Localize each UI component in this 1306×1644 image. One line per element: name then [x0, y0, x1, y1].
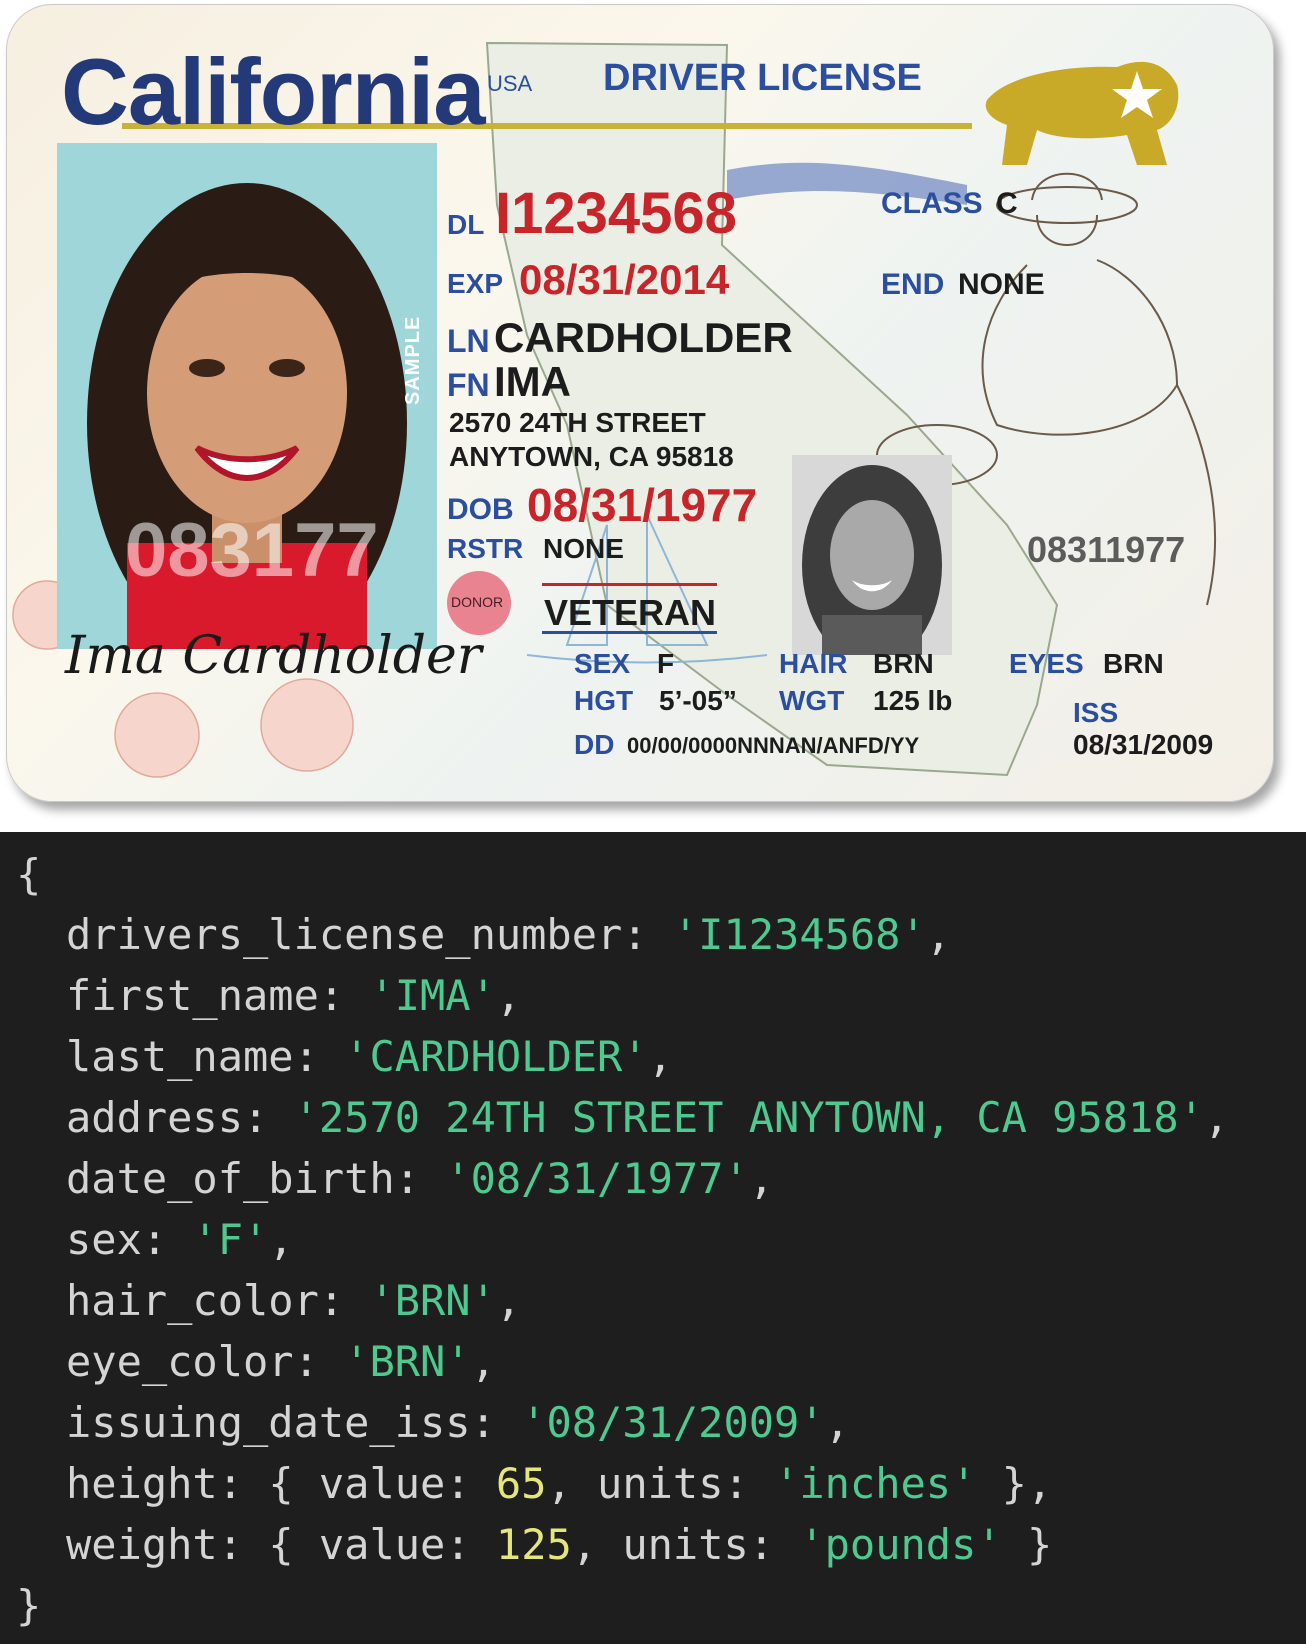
json-code-panel: { drivers_license_number: 'I1234568', fi…	[0, 832, 1306, 1644]
country-label: USA	[487, 71, 533, 96]
end-label: END	[881, 268, 945, 301]
ghost-portrait-photo	[792, 455, 952, 655]
class-label: CLASS	[881, 187, 983, 220]
code-line: sex: 'F',	[66, 1215, 294, 1264]
veteran-red-line	[542, 583, 717, 586]
state-name: California	[61, 39, 486, 144]
donor-label: DONOR	[451, 594, 504, 610]
hair-value: BRN	[873, 648, 934, 679]
dd-label: DD	[574, 729, 615, 760]
dob: 08/31/1977	[527, 479, 758, 531]
code-line: last_name: 'CARDHOLDER',	[66, 1032, 673, 1081]
last-name: CARDHOLDER	[494, 314, 793, 361]
document-title: DRIVER LICENSE	[603, 57, 922, 99]
ghost-dob: 08311977	[1027, 529, 1186, 570]
hgt-value: 5’-05”	[659, 685, 737, 716]
signature: Ima Cardholder	[65, 626, 482, 686]
code-line: first_name: 'IMA',	[66, 971, 522, 1020]
hair-label: HAIR	[779, 648, 848, 679]
code-line: date_of_birth: '08/31/1977',	[66, 1154, 775, 1203]
rstr-value: NONE	[543, 533, 624, 564]
address-line-2: ANYTOWN, CA 95818	[449, 441, 734, 472]
wgt-value: 125 lb	[873, 685, 953, 716]
wgt-label: WGT	[779, 685, 845, 716]
code-line: issuing_date_iss: '08/31/2009',	[66, 1398, 850, 1447]
code-open-brace: {	[16, 850, 42, 899]
exp-label: EXP	[447, 268, 504, 299]
dd-value: 00/00/0000NNNAN/ANFD/YY	[627, 733, 920, 758]
eyes-label: EYES	[1009, 648, 1084, 679]
code-close-brace: }	[16, 1581, 42, 1630]
code-line: eye_color: 'BRN',	[66, 1337, 496, 1386]
code-line-weight: weight: { value: 125, units: 'pounds' }	[66, 1520, 1053, 1569]
code-line: drivers_license_number: 'I1234568',	[66, 910, 952, 959]
exp-date: 08/31/2014	[519, 256, 730, 303]
code-line: hair_color: 'BRN',	[66, 1276, 522, 1325]
code-line: address: '2570 24TH STREET ANYTOWN, CA 9…	[66, 1093, 1230, 1142]
dl-label: DL	[447, 209, 485, 240]
class-value: C	[996, 187, 1018, 220]
iss-label: ISS	[1073, 697, 1119, 728]
veteran-blue-line	[542, 631, 717, 634]
address-line-1: 2570 24TH STREET	[449, 407, 706, 438]
fn-label: FN	[447, 367, 490, 403]
rstr-label: RSTR	[447, 533, 524, 564]
end-value: NONE	[958, 268, 1045, 301]
license-card: California USA DRIVER LICENSE 083177 SAM…	[6, 4, 1274, 802]
ln-label: LN	[447, 323, 490, 359]
dl-number: I1234568	[495, 181, 737, 246]
eyes-value: BRN	[1103, 648, 1164, 679]
hgt-label: HGT	[574, 685, 634, 716]
sex-label: SEX	[574, 648, 631, 679]
photo-number-overlay: 083177	[125, 508, 379, 593]
sex-value: F	[657, 648, 675, 679]
code-line-height: height: { value: 65, units: 'inches' },	[66, 1459, 1053, 1508]
veteran-label: VETERAN	[544, 592, 717, 633]
sample-watermark: SAMPLE	[402, 315, 424, 405]
dob-label: DOB	[447, 493, 514, 526]
first-name: IMA	[494, 358, 571, 405]
iss-value: 08/31/2009	[1073, 729, 1214, 760]
